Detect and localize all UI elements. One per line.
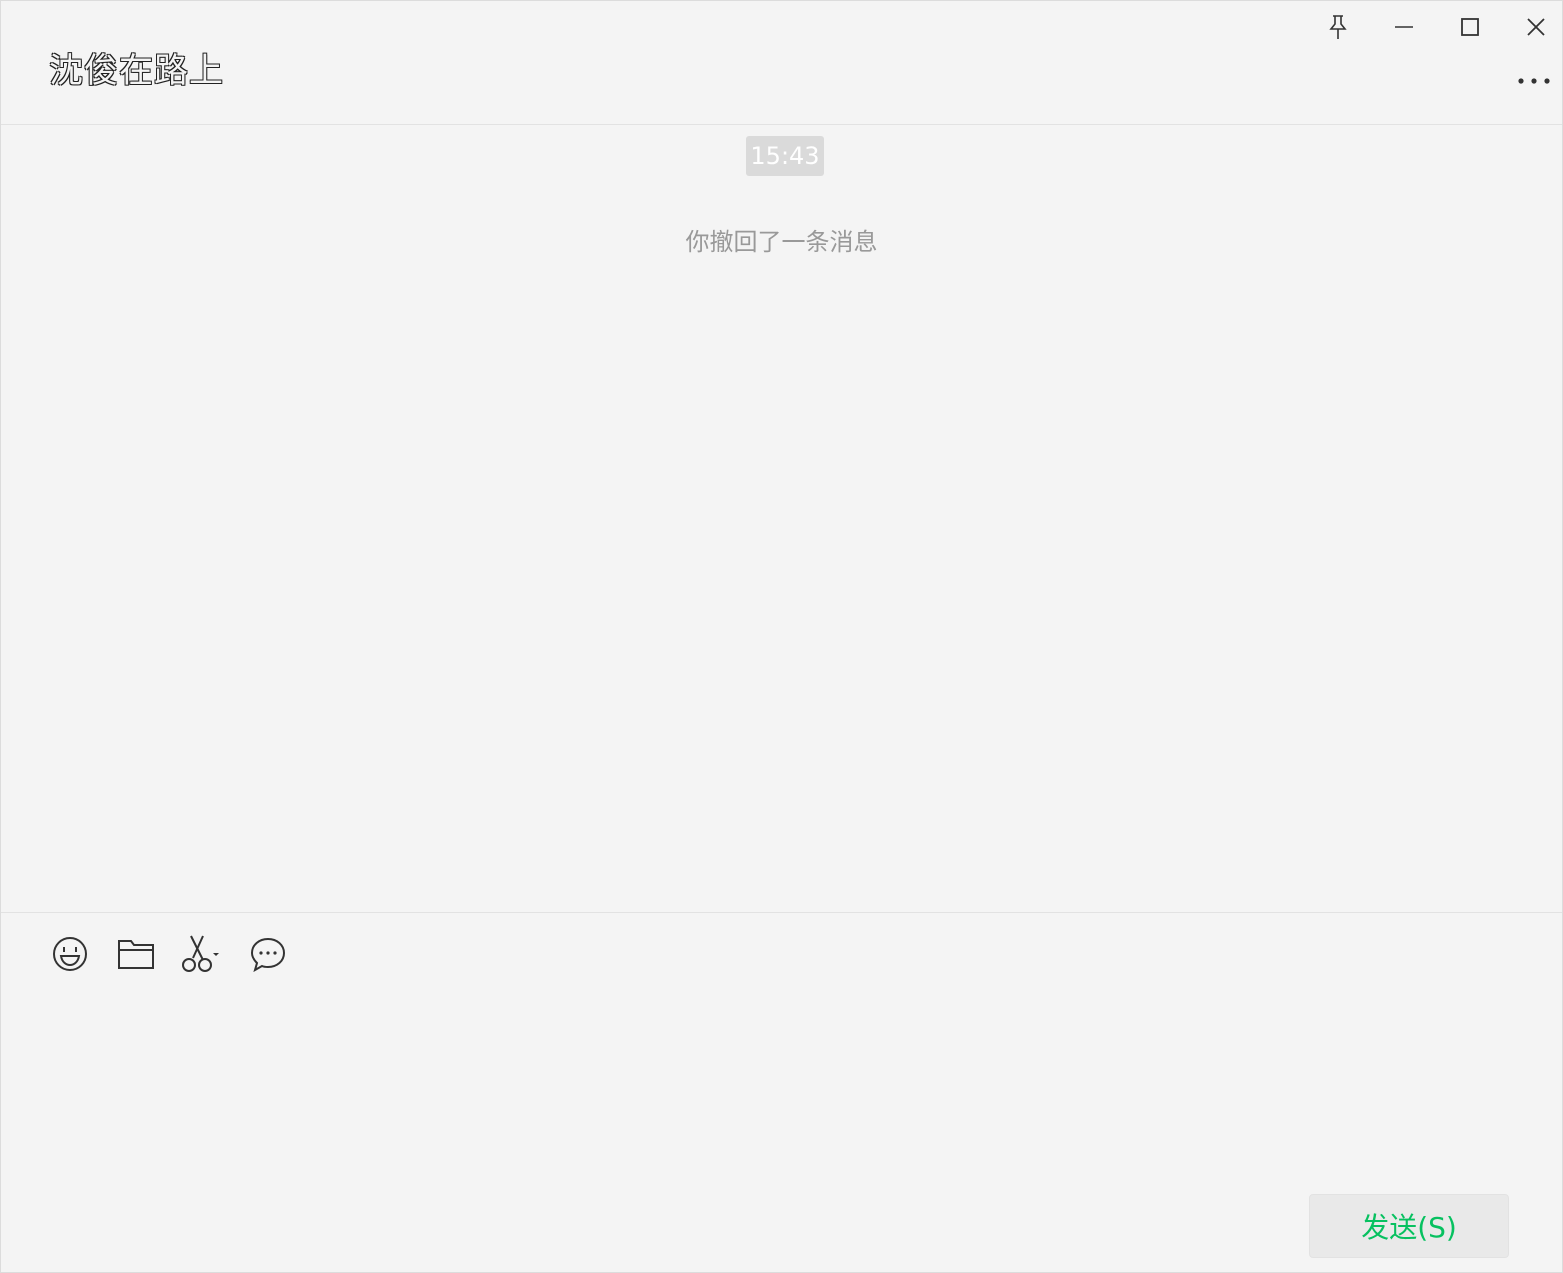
more-icon [1517,70,1551,89]
minimize-icon [1394,17,1414,37]
input-toolbar [49,933,289,979]
maximize-icon [1460,17,1480,37]
minimize-button[interactable] [1384,9,1424,45]
emoji-icon [51,935,89,977]
more-button[interactable] [1514,65,1554,93]
chat-window: 沈俊在路上 15:43 你撤回了一条消息 发送(S) [0,0,1563,1273]
close-button[interactable] [1516,9,1556,45]
chat-history-button[interactable] [247,935,289,977]
send-button[interactable]: 发送(S) [1309,1194,1509,1258]
recall-notice: 你撤回了一条消息 [685,228,878,256]
close-icon [1526,17,1546,37]
pin-icon [1327,14,1349,40]
message-timestamp: 15:43 [746,136,824,176]
maximize-button[interactable] [1450,9,1490,45]
chat-header: 沈俊在路上 [1,1,1562,125]
emoji-button[interactable] [49,935,91,977]
folder-icon [117,937,155,975]
send-file-button[interactable] [115,935,157,977]
chat-history-icon [249,936,287,976]
input-area: 发送(S) [1,912,1562,1273]
message-list[interactable]: 15:43 你撤回了一条消息 [1,126,1562,912]
pin-button[interactable] [1318,9,1358,45]
screenshot-icon [181,934,223,978]
screenshot-button[interactable] [181,935,223,977]
message-input[interactable] [49,999,1509,1175]
chat-title: 沈俊在路上 [49,51,224,91]
